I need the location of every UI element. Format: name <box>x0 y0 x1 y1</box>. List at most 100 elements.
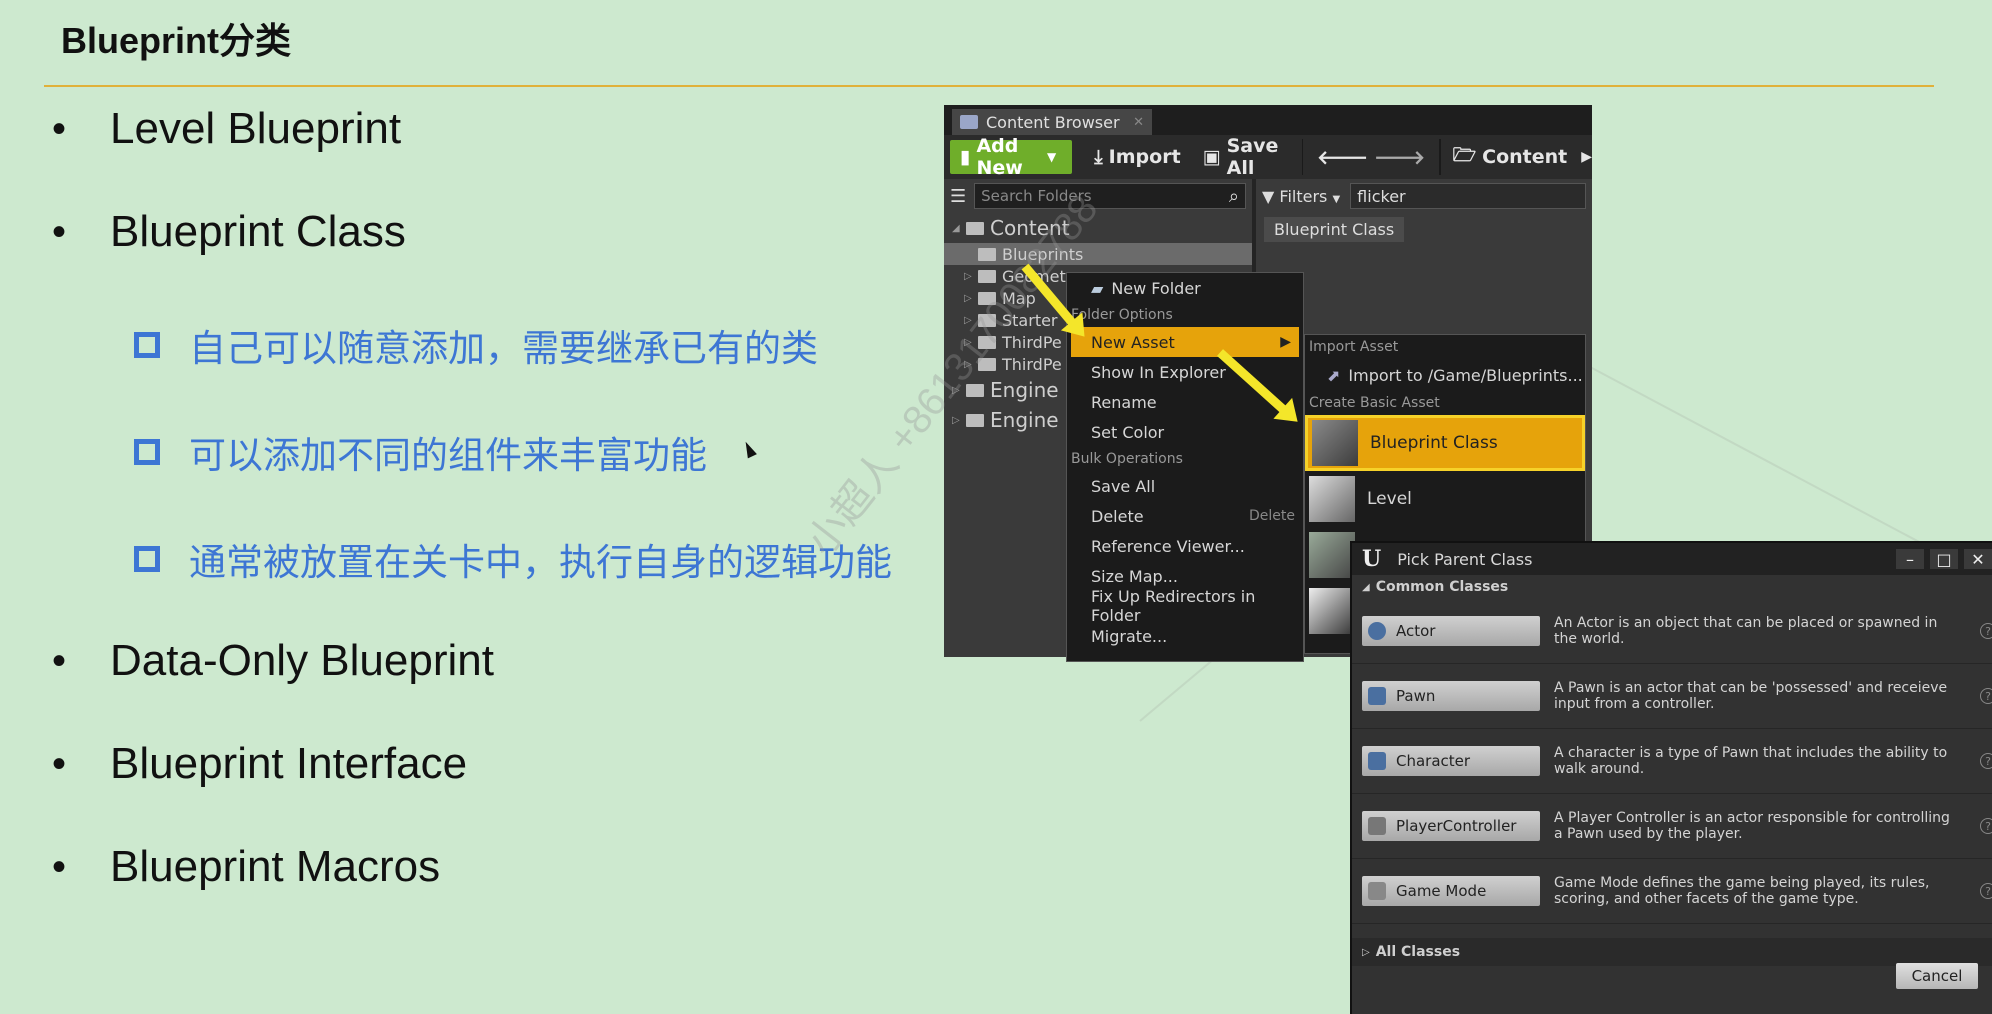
section-common-classes[interactable]: ◢ Common Classes <box>1352 575 1992 599</box>
maximize-icon[interactable]: □ <box>1930 549 1958 569</box>
close-icon[interactable]: ✕ <box>1964 549 1992 569</box>
slide-title: Blueprint分类 <box>61 20 291 61</box>
search-folders-input[interactable]: Search Folders ⌕ <box>974 183 1246 209</box>
actor-class-button[interactable]: Actor <box>1362 616 1540 646</box>
class-row-pawn: Pawn A Pawn is an actor that can be 'pos… <box>1352 664 1992 729</box>
class-description: A character is a type of Pawn that inclu… <box>1554 745 1948 777</box>
menu-section-folder-options: Folder Options <box>1071 307 1173 323</box>
menu-reference-viewer[interactable]: Reference Viewer... <box>1067 531 1303 561</box>
sub-bullet-3: 通常被放置在关卡中，执行自身的逻辑功能 <box>134 532 892 586</box>
character-class-button[interactable]: Character <box>1362 746 1540 776</box>
sub-bullet-2: 可以添加不同的组件来丰富功能 <box>134 425 707 479</box>
funnel-icon: ▼ <box>1262 186 1275 206</box>
chevron-down-icon: ▼ <box>1332 193 1341 205</box>
level-icon <box>1309 476 1355 522</box>
character-icon <box>1368 752 1386 770</box>
asset-search-input[interactable]: flicker <box>1350 183 1586 209</box>
sub-bullet-text: 自己可以随意添加，需要继承已有的类 <box>189 328 818 369</box>
bullet-text: Data-Only Blueprint <box>110 636 494 685</box>
cancel-button[interactable]: Cancel <box>1896 963 1978 989</box>
content-browser-icon <box>960 115 978 129</box>
help-icon[interactable]: ? <box>1980 688 1992 704</box>
tab-content-browser[interactable]: Content Browser ✕ <box>952 109 1152 135</box>
menu-fix-up-redirectors[interactable]: Fix Up Redirectors in Folder <box>1067 587 1303 625</box>
section-label: Common Classes <box>1375 579 1509 595</box>
tree-item-blueprints[interactable]: Blueprints <box>944 243 1252 265</box>
square-bullet-icon <box>134 546 160 572</box>
menu-save-all[interactable]: Save All <box>1067 471 1303 501</box>
filters-label: Filters <box>1279 186 1328 206</box>
menu-new-asset[interactable]: New Asset ▶ <box>1071 327 1299 357</box>
tree-toggle-icon[interactable]: ☰ <box>950 186 966 207</box>
section-all-classes[interactable]: ▷ All Classes <box>1352 938 1992 966</box>
help-icon[interactable]: ? <box>1980 753 1992 769</box>
tab-bar: Content Browser ✕ <box>944 105 1592 135</box>
menu-delete[interactable]: Delete Delete <box>1067 501 1303 531</box>
class-description: A Pawn is an actor that can be 'possesse… <box>1554 680 1948 712</box>
class-label: Actor <box>1396 622 1436 640</box>
class-row-gamemode: Game Mode Game Mode defines the game bei… <box>1352 859 1992 924</box>
submenu-arrow-icon: ▶ <box>1280 334 1291 350</box>
toolbar-divider <box>1439 139 1441 175</box>
submenu-blueprint-class[interactable]: Blueprint Class <box>1305 415 1585 471</box>
asset-icon <box>1309 588 1355 634</box>
blueprint-class-icon <box>1312 420 1358 466</box>
section-label: All Classes <box>1375 944 1461 960</box>
help-icon[interactable]: ? <box>1980 818 1992 834</box>
search-icon[interactable]: ⌕ <box>1229 186 1239 207</box>
menu-new-folder[interactable]: ▰ New Folder <box>1067 273 1303 303</box>
unreal-logo-icon: U <box>1362 546 1382 572</box>
import-button[interactable]: ⤓ Import <box>1094 146 1180 168</box>
path-content-button[interactable]: 🗁 Content <box>1453 141 1568 173</box>
collapsed-triangle-icon: ▷ <box>952 414 960 426</box>
playercontroller-class-button[interactable]: PlayerController <box>1362 811 1540 841</box>
new-file-icon: ▮ <box>960 146 971 168</box>
pawn-icon <box>1368 687 1386 705</box>
class-label: PlayerController <box>1396 817 1517 835</box>
filter-row: ▼ Filters ▼ flicker <box>1256 179 1592 213</box>
class-row-actor: Actor An Actor is an object that can be … <box>1352 599 1992 664</box>
cpp-folder-icon <box>966 413 984 427</box>
path-chevron-icon[interactable]: ▶ <box>1581 149 1592 165</box>
menu-show-in-explorer[interactable]: Show In Explorer <box>1067 357 1303 387</box>
expanded-triangle-icon: ◢ <box>1362 581 1370 593</box>
filter-chip-blueprint-class[interactable]: Blueprint Class <box>1264 217 1405 242</box>
minimize-icon[interactable]: – <box>1896 549 1924 569</box>
submenu-level[interactable]: Level <box>1305 471 1585 527</box>
bullet-text: Blueprint Macros <box>110 842 441 891</box>
bullet-level-blueprint: • Level Blueprint <box>52 104 402 153</box>
dialog-title-bar: U Pick Parent Class – □ ✕ <box>1352 543 1992 575</box>
submenu-import-to[interactable]: ⬈ Import to /Game/Blueprints... <box>1305 359 1585 391</box>
gamemode-class-button[interactable]: Game Mode <box>1362 876 1540 906</box>
submenu-label: Blueprint Class <box>1370 433 1498 453</box>
menu-set-color[interactable]: Set Color <box>1067 417 1303 447</box>
forward-button[interactable]: 🡒 <box>1374 146 1425 169</box>
close-icon[interactable]: ✕ <box>1133 115 1144 130</box>
arrow-left-icon: 🡐 <box>1317 146 1369 169</box>
window-controls: – □ ✕ <box>1896 549 1992 569</box>
square-bullet-icon <box>134 439 160 465</box>
pawn-class-button[interactable]: Pawn <box>1362 681 1540 711</box>
class-label: Pawn <box>1396 687 1436 705</box>
help-icon[interactable]: ? <box>1980 883 1992 899</box>
back-button[interactable]: 🡐 <box>1317 146 1368 169</box>
gamemode-icon <box>1368 882 1386 900</box>
class-row-playercontroller: PlayerController A Player Controller is … <box>1352 794 1992 859</box>
collapsed-triangle-icon: ▷ <box>964 270 972 282</box>
square-bullet-icon <box>134 332 160 358</box>
import-label: Import <box>1108 146 1181 168</box>
collapsed-triangle-icon: ▷ <box>1362 946 1370 958</box>
folder-context-menu: ▰ New Folder Folder Options New Asset ▶ Sh… <box>1066 272 1304 662</box>
bullet-text: Level Blueprint <box>110 104 402 153</box>
toolbar: ▮ Add New ▼ ⤓ Import ▣ Save All 🡐 🡒 🗁 Conte… <box>944 135 1592 179</box>
save-all-button[interactable]: ▣ Save All <box>1203 135 1288 179</box>
help-icon[interactable]: ? <box>1980 623 1992 639</box>
filters-button[interactable]: ▼ Filters ▼ <box>1262 187 1340 206</box>
submenu-section-import-asset: Import Asset <box>1309 339 1399 355</box>
shortcut-label: Delete <box>1249 508 1295 524</box>
menu-migrate[interactable]: Migrate... <box>1067 621 1303 651</box>
toolbar-divider <box>1301 139 1304 175</box>
add-new-button[interactable]: ▮ Add New ▼ <box>950 135 1073 179</box>
sub-bullet-text: 通常被放置在关卡中，执行自身的逻辑功能 <box>189 542 892 583</box>
controller-icon <box>1368 817 1386 835</box>
